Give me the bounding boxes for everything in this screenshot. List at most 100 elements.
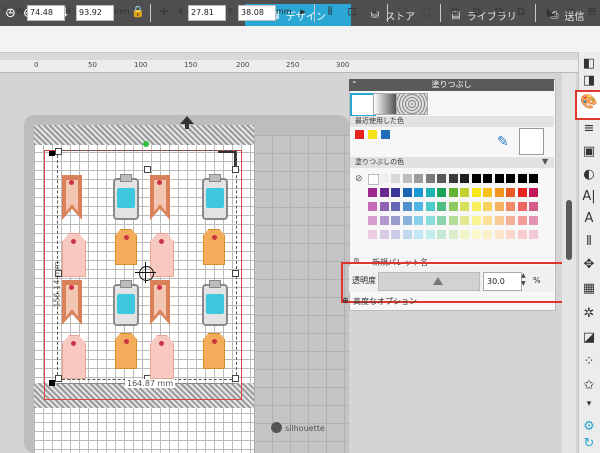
recent-color-swatch[interactable]: [381, 130, 390, 139]
palette-color-swatch[interactable]: [460, 202, 469, 211]
palette-color-swatch[interactable]: [402, 216, 412, 225]
palette-color-swatch[interactable]: [517, 230, 527, 239]
recent-color-swatch[interactable]: [368, 130, 377, 139]
palette-color-swatch[interactable]: [368, 230, 377, 239]
palette-color-swatch[interactable]: [402, 230, 412, 239]
palette-color-swatch[interactable]: [402, 188, 412, 197]
palette-color-swatch[interactable]: [460, 174, 469, 183]
palette-color-swatch[interactable]: [414, 230, 423, 239]
palette-color-swatch[interactable]: [448, 188, 458, 197]
palette-color-swatch[interactable]: [448, 202, 458, 211]
palette-color-swatch[interactable]: [517, 202, 527, 211]
palette-color-swatch[interactable]: [448, 174, 458, 183]
trace-icon[interactable]: ⁘: [580, 353, 598, 371]
palette-icon[interactable]: 🎨: [580, 93, 598, 111]
palette-color-swatch[interactable]: [437, 188, 446, 197]
refresh-icon[interactable]: ↻: [580, 435, 598, 453]
palette-color-swatch[interactable]: [391, 174, 400, 183]
palette-color-swatch[interactable]: [448, 216, 458, 225]
tag-shape[interactable]: [115, 333, 137, 369]
bring-front-icon[interactable]: ⧉: [448, 5, 462, 19]
palette-color-swatch[interactable]: [425, 230, 435, 239]
lock-aspect-icon[interactable]: 🔒: [131, 5, 145, 19]
star-icon[interactable]: ✩: [564, 5, 578, 19]
palette-color-swatch[interactable]: [368, 188, 377, 197]
ungroup-icon[interactable]: ⬚: [419, 5, 433, 19]
palette-color-swatch[interactable]: [402, 174, 412, 183]
palette-color-swatch[interactable]: [529, 188, 538, 197]
dropdown-arrow-icon[interactable]: ▼: [542, 157, 548, 166]
palette-color-swatch[interactable]: [494, 216, 504, 225]
palette-color-swatch[interactable]: [425, 174, 435, 183]
tag-shape[interactable]: [62, 233, 86, 277]
jar-shape[interactable]: [113, 174, 139, 220]
palette-color-swatch[interactable]: [460, 188, 469, 197]
palette-color-swatch[interactable]: [483, 230, 492, 239]
tag-shape[interactable]: [62, 335, 86, 379]
tag-shape[interactable]: [203, 229, 225, 265]
resize-handle[interactable]: [55, 375, 62, 382]
palette-color-swatch[interactable]: [437, 230, 446, 239]
resize-handle[interactable]: [55, 148, 62, 155]
text-style-icon[interactable]: A: [580, 210, 598, 228]
tag-shape[interactable]: [115, 229, 137, 265]
contrast-icon[interactable]: ◐: [580, 166, 598, 184]
align-icon[interactable]: ⫴: [580, 233, 598, 251]
recent-color-swatch[interactable]: [355, 130, 364, 139]
image-icon[interactable]: ▣: [580, 143, 598, 161]
palette-color-swatch[interactable]: [483, 202, 492, 211]
more-icon[interactable]: ⊞: [585, 5, 599, 19]
palette-color-swatch[interactable]: [425, 216, 435, 225]
knife-icon[interactable]: ◪: [580, 329, 598, 347]
palette-color-swatch[interactable]: [391, 202, 400, 211]
palette-color-swatch[interactable]: [471, 202, 481, 211]
palette-color-swatch[interactable]: [437, 174, 446, 183]
resize-handle[interactable]: [144, 166, 151, 173]
palette-color-swatch[interactable]: [506, 202, 515, 211]
palette-color-swatch[interactable]: [517, 188, 527, 197]
palette-color-swatch[interactable]: [471, 174, 481, 183]
align-icon[interactable]: ⫴: [323, 5, 337, 19]
page-setup-icon[interactable]: ◧: [580, 55, 598, 73]
resize-handle[interactable]: [232, 166, 239, 173]
backward-icon[interactable]: ⧉: [514, 5, 528, 19]
palette-color-swatch[interactable]: [517, 216, 527, 225]
palette-color-swatch[interactable]: [506, 188, 515, 197]
no-color-icon[interactable]: ⊘: [355, 174, 363, 184]
forward-icon[interactable]: ⧉: [492, 5, 506, 19]
palette-color-swatch[interactable]: [391, 230, 400, 239]
tag-shape[interactable]: [203, 333, 225, 369]
modify-icon[interactable]: ✲: [580, 305, 598, 323]
palette-color-swatch[interactable]: [529, 216, 538, 225]
palette-color-swatch[interactable]: [529, 230, 538, 239]
palette-color-swatch[interactable]: [368, 174, 379, 185]
center-icon[interactable]: ⊡: [345, 5, 359, 19]
palette-color-swatch[interactable]: [460, 216, 469, 225]
palette-color-swatch[interactable]: [506, 216, 515, 225]
settings-icon[interactable]: ⚙: [580, 418, 598, 436]
palette-color-swatch[interactable]: [379, 174, 389, 183]
palette-color-swatch[interactable]: [414, 202, 423, 211]
jar-shape[interactable]: [202, 280, 228, 326]
palette-color-swatch[interactable]: [425, 202, 435, 211]
expand-icon[interactable]: ▸: [296, 5, 310, 19]
replicate-icon[interactable]: ▦: [580, 280, 598, 298]
palette-color-swatch[interactable]: [379, 188, 389, 197]
palette-color-swatch[interactable]: [506, 174, 515, 183]
resize-handle[interactable]: [232, 270, 239, 277]
palette-color-swatch[interactable]: [414, 188, 423, 197]
jar-shape[interactable]: [113, 280, 139, 326]
line-style-icon[interactable]: ≡: [580, 120, 598, 138]
pattern-fill-tab[interactable]: [396, 93, 428, 115]
x-field[interactable]: 27.81: [188, 5, 226, 21]
send-back-icon[interactable]: ⧉: [470, 5, 484, 19]
favorites-icon[interactable]: ✩: [580, 377, 598, 395]
palette-color-swatch[interactable]: [437, 202, 446, 211]
text-icon[interactable]: A|: [580, 188, 598, 206]
palette-color-swatch[interactable]: [471, 216, 481, 225]
vertical-scrollbar[interactable]: [562, 73, 576, 453]
palette-color-swatch[interactable]: [379, 202, 389, 211]
palette-color-swatch[interactable]: [368, 216, 377, 225]
palette-color-swatch[interactable]: [506, 230, 515, 239]
palette-color-swatch[interactable]: [494, 202, 504, 211]
